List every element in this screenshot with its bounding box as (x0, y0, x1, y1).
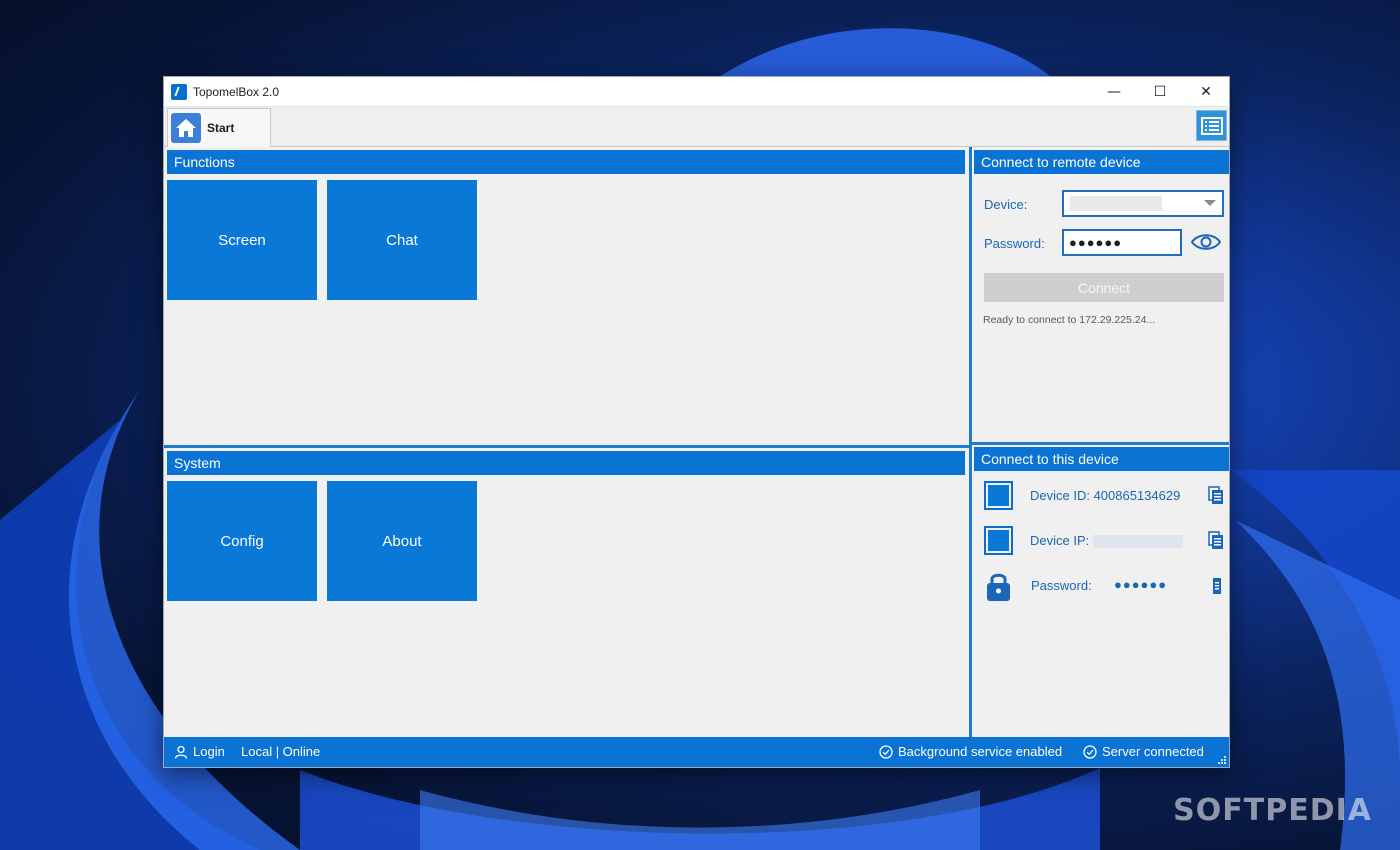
login-label: Login (193, 744, 225, 759)
check-circle-icon (879, 744, 893, 759)
right-pane: Connect to remote device Device: Passwor… (972, 147, 1229, 739)
remote-header: Connect to remote device (974, 150, 1229, 174)
connection-status: Ready to connect to 172.29.225.24... (983, 314, 1156, 326)
device-id-row: Device ID: 400865134629 (984, 481, 1229, 511)
connect-button[interactable]: Connect (984, 273, 1224, 302)
resize-grip-icon[interactable] (1218, 756, 1226, 764)
window-controls: — ☐ ✕ (1091, 77, 1229, 107)
device-select-value (1070, 196, 1162, 211)
mode-label: Local | Online (241, 744, 321, 759)
right-splitter[interactable] (972, 442, 1229, 445)
device-id-square-icon (984, 481, 1013, 510)
app-logo-icon (171, 83, 187, 100)
tab-bar: Start (164, 107, 1229, 147)
tab-start[interactable]: Start (167, 108, 271, 147)
server-status: Server connected (1083, 744, 1204, 759)
close-button[interactable]: ✕ (1183, 77, 1229, 107)
about-tile[interactable]: About (327, 481, 477, 601)
device-id-text: Device ID: 400865134629 (1030, 488, 1181, 503)
this-password-label: Password: (1031, 578, 1092, 593)
list-menu-icon[interactable] (1196, 110, 1227, 141)
chat-tile[interactable]: Chat (327, 180, 477, 300)
copy-icon[interactable] (1208, 486, 1224, 505)
copy-icon[interactable] (1212, 576, 1222, 595)
this-password-row: Password: ●●●●●● (984, 571, 1229, 601)
copy-icon[interactable] (1208, 531, 1224, 550)
user-icon (174, 745, 188, 759)
lock-icon (985, 570, 1012, 602)
config-tile[interactable]: Config (167, 481, 317, 601)
login-link[interactable]: Login (174, 744, 225, 759)
left-splitter[interactable] (164, 445, 969, 448)
this-device-header: Connect to this device (974, 447, 1229, 471)
device-ip-value (1093, 535, 1184, 549)
maximize-button[interactable]: ☐ (1137, 77, 1183, 107)
device-select[interactable] (1062, 190, 1224, 217)
window-title: TopomelBox 2.0 (193, 84, 280, 99)
minimize-button[interactable]: — (1091, 77, 1137, 107)
this-password-value: ●●●●●● (1114, 577, 1168, 592)
screen-tile[interactable]: Screen (167, 180, 317, 300)
softpedia-watermark: SOFTPEDIA (1173, 793, 1372, 828)
chevron-down-icon (1204, 200, 1216, 206)
background-service-label: Background service enabled (898, 744, 1063, 759)
device-ip-row: Device IP: (984, 526, 1229, 556)
device-label: Device: (984, 197, 1028, 212)
functions-header: Functions (167, 150, 965, 174)
password-label: Password: (984, 236, 1045, 251)
check-circle-icon (1083, 744, 1097, 759)
home-icon (171, 113, 201, 143)
show-password-eye-icon[interactable] (1190, 231, 1222, 253)
device-ip-square-icon (984, 526, 1013, 555)
password-input[interactable]: ●●●●●● (1062, 229, 1182, 256)
mode-indicator: Local | Online (241, 744, 320, 759)
status-bar: Login Local | Online Background service … (164, 737, 1229, 767)
server-label: Server connected (1102, 744, 1204, 759)
title-bar: TopomelBox 2.0 — ☐ ✕ (164, 77, 1229, 107)
tab-start-label: Start (207, 121, 235, 135)
left-pane: Functions Screen Chat System Config Abou… (164, 147, 969, 739)
system-header: System (167, 451, 965, 475)
device-ip-label: Device IP: (1030, 533, 1090, 548)
background-service-status: Background service enabled (879, 744, 1062, 759)
device-ip-text: Device IP: (1030, 533, 1184, 549)
app-window: TopomelBox 2.0 — ☐ ✕ Start Functions Scr… (163, 76, 1230, 768)
content-area: Functions Screen Chat System Config Abou… (164, 147, 1229, 739)
